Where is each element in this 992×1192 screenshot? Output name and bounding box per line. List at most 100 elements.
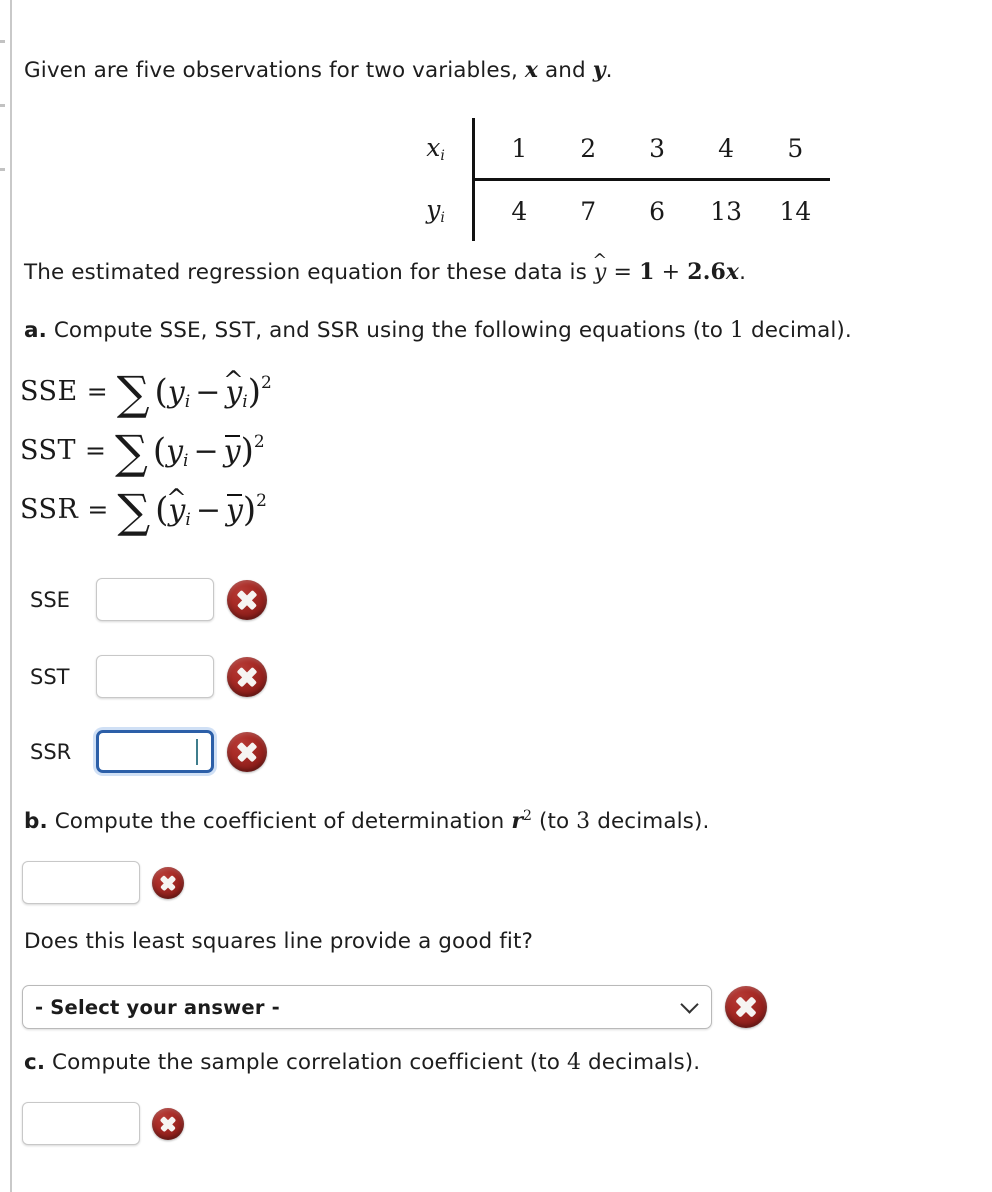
x-circle-icon	[725, 986, 767, 1028]
formula-sse-term1: y	[167, 375, 185, 410]
table-row-y: yi 4 7 6 13 14	[405, 179, 830, 242]
answer-label-sst: SST	[30, 664, 70, 689]
row-header-y: yi	[405, 179, 476, 241]
part-c-decimals: 4	[567, 1050, 582, 1075]
formula-ssr-term1: y	[168, 493, 186, 528]
table-cell-y2: 7	[580, 196, 597, 226]
x-circle-icon	[152, 1107, 184, 1140]
answer-label-sse: SSE	[30, 587, 70, 612]
sse-input[interactable]	[96, 578, 214, 621]
part-c-text-after: decimals).	[581, 1050, 701, 1075]
observations-table: xi 1 2 3 4 5 yi 4 7 6 13 14	[405, 118, 830, 241]
table-gutter	[473, 118, 485, 181]
equals-sign: =	[86, 377, 108, 406]
answer-row-sse: SSE	[30, 578, 267, 621]
part-b-text-after: decimals).	[590, 809, 710, 834]
part-b-marker: b.	[24, 809, 48, 834]
intro-text-conj: and	[538, 58, 593, 83]
formula-sst-term1: y	[166, 434, 184, 469]
part-c-prompt: c. Compute the sample correlation coeffi…	[24, 1048, 974, 1078]
good-fit-select-value: - Select your answer -	[35, 995, 280, 1019]
correlation-input[interactable]	[22, 1102, 140, 1145]
summation-icon: ∑	[117, 484, 151, 539]
ruler-tick	[0, 168, 5, 171]
r-squared-input[interactable]	[22, 861, 140, 904]
close-paren: )	[247, 372, 261, 412]
intro-variable-x: x	[524, 57, 539, 83]
part-b-text-before: Compute the coefficient of determination	[47, 809, 512, 834]
x-circle-icon	[227, 579, 267, 620]
part-a-prompt: a. Compute SSE, SST, and SSR using the f…	[24, 316, 974, 346]
table-gutter	[474, 180, 485, 242]
x-circle-icon	[152, 866, 184, 899]
intro-sentence: Given are five observations for two vari…	[24, 56, 954, 86]
minus-sign: −	[195, 375, 221, 410]
minus-sign: −	[193, 434, 219, 469]
formula-sse: SSE = ∑ (yi − ^ yi)2	[20, 364, 272, 421]
part-a-text-before: Compute SSE, SST, and SSR using the foll…	[46, 318, 730, 343]
table-row-x: xi 1 2 3 4 5	[405, 118, 830, 181]
ruler-tick	[0, 40, 5, 43]
equals-sign: =	[87, 495, 109, 524]
regression-period: .	[739, 260, 747, 285]
equals-sign: =	[85, 436, 106, 465]
open-paren: (	[154, 372, 168, 412]
answer-label-ssr: SSR	[30, 739, 72, 764]
formula-ssr-label: SSR	[20, 494, 79, 525]
formula-block: SSE = ∑ (yi − ^ yi)2 SST = ∑ (yi − y)2 SSR = …	[20, 362, 272, 539]
row-header-x: xi	[405, 118, 476, 180]
sst-input[interactable]	[96, 655, 214, 698]
regression-intercept: 1	[639, 259, 655, 285]
text-cursor	[196, 739, 198, 765]
formula-sse-exponent: 2	[260, 373, 272, 393]
ruler-tick	[0, 104, 5, 107]
part-b-text-mid: (to	[532, 809, 577, 834]
table-cell-x3: 3	[622, 118, 692, 181]
part-a-decimals: 1	[729, 318, 745, 343]
regression-plus: +	[654, 260, 688, 285]
regression-slope: 2.6	[687, 259, 726, 285]
formula-sst-term2: y	[223, 434, 241, 469]
formula-sse-term2: y	[225, 375, 243, 410]
formula-sst: SST = ∑ (yi − y)2	[20, 425, 265, 480]
summation-icon: ∑	[116, 366, 150, 421]
answer-row-sst: SST	[30, 655, 267, 698]
table-cell-y3: 6	[649, 196, 666, 226]
minus-sign: −	[195, 493, 221, 528]
formula-ssr-exponent: 2	[256, 491, 267, 511]
summation-icon: ∑	[114, 425, 148, 480]
formula-sse-label: SSE	[20, 376, 78, 407]
answer-row-r-squared	[22, 861, 184, 904]
x-circle-icon	[227, 731, 267, 772]
table-cell-x1: 1	[484, 118, 554, 181]
regression-yhat: y	[593, 260, 607, 285]
regression-equation-sentence: The estimated regression equation for th…	[24, 250, 747, 285]
close-paren: )	[242, 490, 257, 530]
open-paren: (	[152, 431, 167, 471]
regression-variable-x: x	[725, 259, 740, 285]
answer-row-correlation	[22, 1102, 184, 1145]
page-left-border	[10, 0, 12, 1192]
part-b-symbol-r: r	[511, 808, 524, 834]
intro-text-prefix: Given are five observations for two vari…	[24, 58, 525, 83]
formula-ssr: SSR = ∑ (^ yi − y)2	[20, 482, 267, 539]
formula-sst-label: SST	[20, 435, 77, 466]
part-a-text-after: decimal).	[744, 318, 852, 343]
x-circle-icon	[227, 656, 267, 697]
table-cell-y4: 13	[710, 196, 742, 226]
table-cell-y1: 4	[511, 196, 528, 226]
good-fit-select[interactable]: - Select your answer -	[22, 985, 712, 1029]
formula-sst-exponent: 2	[253, 432, 265, 452]
part-b-symbol-exponent: 2	[523, 808, 533, 824]
table-cell-x5: 5	[760, 118, 830, 181]
formula-ssr-term2: y	[225, 493, 243, 528]
answer-row-ssr: SSR	[30, 730, 267, 773]
part-c-marker: c.	[24, 1050, 46, 1075]
close-paren: )	[240, 431, 254, 471]
good-fit-question: Does this least squares line provide a g…	[24, 929, 533, 954]
open-paren: (	[155, 490, 169, 530]
part-b-prompt: b. Compute the coefficient of determinat…	[24, 807, 974, 837]
part-a-marker: a.	[24, 318, 47, 343]
regression-text: The estimated regression equation for th…	[24, 260, 594, 285]
intro-text-suffix: .	[605, 58, 613, 83]
